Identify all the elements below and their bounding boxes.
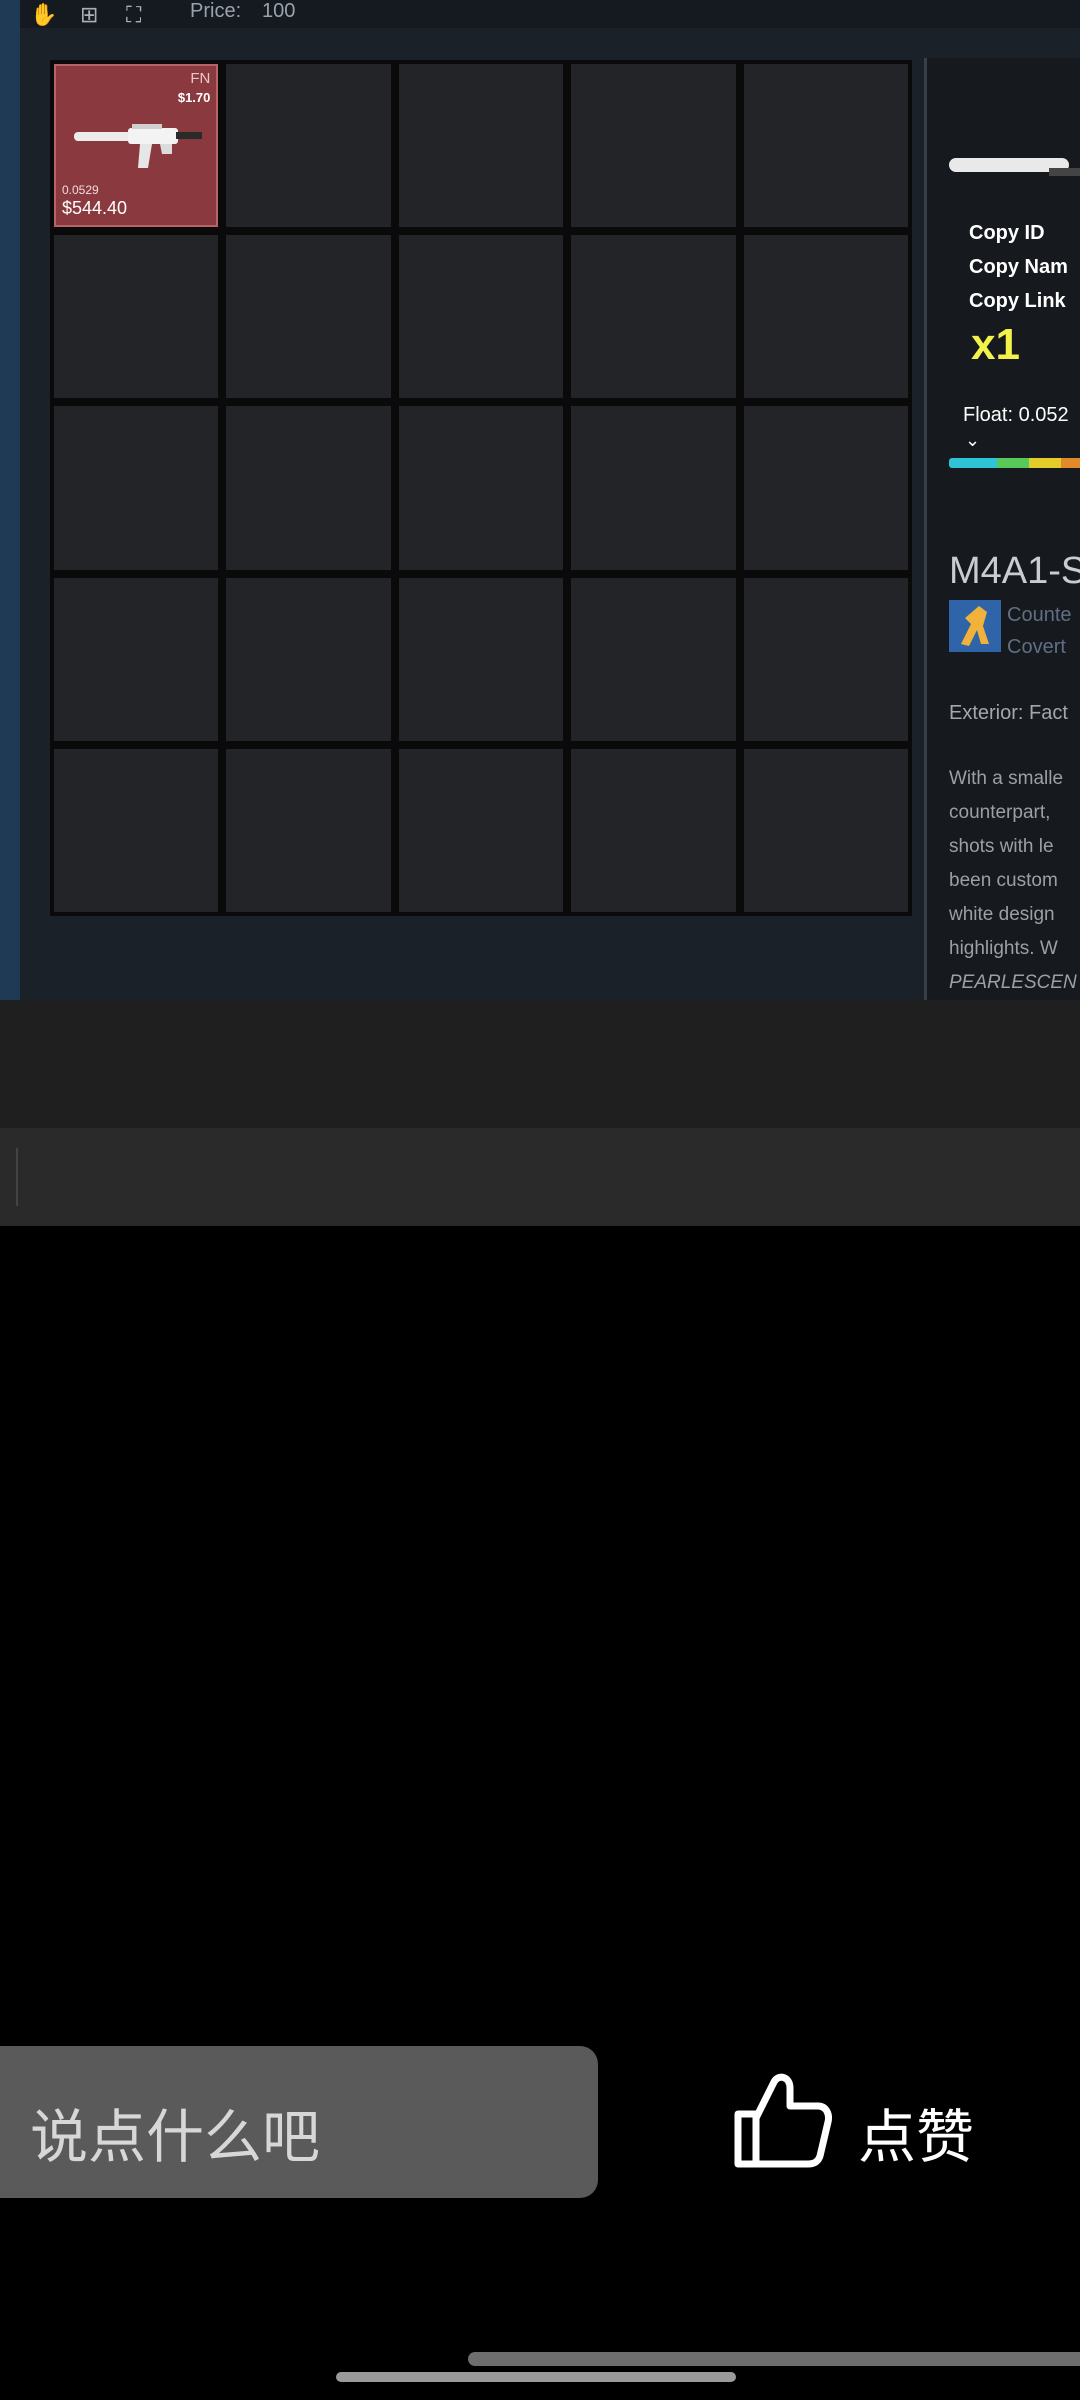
item-detail-panel: Copy ID Copy Nam Copy Link x1 Float: 0.0… bbox=[924, 58, 1080, 1000]
inventory-item-m4a1s[interactable]: FN $1.70 0.0529 $544.40 bbox=[54, 64, 219, 228]
comment-input[interactable]: 说点什么吧 bbox=[0, 2046, 598, 2198]
inventory-grid: FN $1.70 0.0529 $544.40 bbox=[50, 60, 912, 916]
bar-divider bbox=[16, 1148, 18, 1206]
inventory-slot[interactable] bbox=[54, 406, 219, 570]
item-wear: FN bbox=[190, 70, 211, 87]
comment-placeholder: 说点什么吧 bbox=[30, 2103, 321, 2171]
copy-link-link[interactable]: Copy Link bbox=[969, 290, 1066, 313]
description-line: PEARLESCEN bbox=[949, 972, 1077, 993]
like-label: 点赞 bbox=[858, 2103, 975, 2171]
fullscreen-icon[interactable]: ⛶ bbox=[126, 2, 141, 28]
video-lower-band bbox=[0, 1000, 1080, 1128]
inventory-slot[interactable] bbox=[398, 577, 564, 741]
inventory-slot[interactable] bbox=[571, 235, 736, 399]
description-line: counterpart, bbox=[949, 802, 1051, 823]
description-line: white design bbox=[949, 904, 1055, 925]
inventory-slot[interactable] bbox=[226, 577, 391, 741]
video-frame[interactable]: ✋ ⊞ ⛶ Price: 100 FN $1.70 0.0529 $544.40 bbox=[0, 0, 1080, 1000]
copy-name-link[interactable]: Copy Nam bbox=[969, 256, 1068, 279]
copy-id-link[interactable]: Copy ID bbox=[969, 222, 1045, 245]
item-sticker-price: $1.70 bbox=[177, 90, 211, 105]
description-line: shots with le bbox=[949, 836, 1054, 857]
item-float: 0.0529 bbox=[62, 183, 99, 198]
rarity-label: Covert bbox=[1007, 636, 1066, 658]
float-label: Float: 0.052 bbox=[963, 404, 1069, 426]
counter-terrorist-icon bbox=[949, 600, 1001, 652]
inventory-slot[interactable] bbox=[743, 235, 908, 399]
inventory-slot[interactable] bbox=[398, 748, 564, 912]
exterior-label: Exterior: Fact bbox=[949, 702, 1068, 724]
inventory-slot[interactable] bbox=[54, 235, 219, 399]
like-button[interactable]: 点赞 bbox=[730, 2068, 990, 2178]
inventory-slot[interactable] bbox=[398, 235, 564, 399]
description-line: been custom bbox=[949, 870, 1058, 891]
video-bottom-bar bbox=[0, 1128, 1080, 1226]
inventory-slot[interactable] bbox=[743, 748, 908, 912]
price-input[interactable]: 100 bbox=[262, 0, 295, 23]
description-line: With a smalle bbox=[949, 768, 1064, 789]
float-wear-bar bbox=[949, 458, 1080, 468]
inventory-slot[interactable] bbox=[226, 406, 391, 570]
inventory-slot[interactable] bbox=[226, 748, 391, 912]
inventory-slot[interactable] bbox=[743, 64, 908, 228]
inventory-slot[interactable] bbox=[54, 577, 219, 741]
team-label: Counte bbox=[1007, 604, 1072, 626]
inventory-slot[interactable] bbox=[571, 64, 736, 228]
video-progress-bar[interactable] bbox=[468, 2352, 1080, 2366]
inventory-slot[interactable] bbox=[743, 406, 908, 570]
price-label: Price: bbox=[190, 0, 242, 22]
weapon-name: M4A1-S bbox=[949, 550, 1080, 592]
rifle-icon bbox=[74, 124, 202, 168]
item-price: $544.40 bbox=[62, 198, 128, 219]
home-indicator[interactable] bbox=[336, 2372, 736, 2382]
rifle-preview-icon bbox=[949, 158, 1080, 176]
inventory-slot[interactable] bbox=[398, 406, 564, 570]
thumbs-up-icon bbox=[734, 2073, 832, 2168]
inventory-slot[interactable] bbox=[571, 406, 736, 570]
hand-icon[interactable]: ✋ bbox=[30, 2, 57, 28]
inventory-slot[interactable] bbox=[398, 64, 564, 228]
grid-view-icon[interactable]: ⊞ bbox=[80, 2, 98, 28]
description-line: highlights. W bbox=[949, 938, 1058, 959]
inventory-slot[interactable] bbox=[54, 748, 219, 912]
quantity-label: x1 bbox=[971, 320, 1020, 369]
inventory-slot[interactable] bbox=[743, 577, 908, 741]
inventory-slot[interactable] bbox=[571, 748, 736, 912]
inventory-slot[interactable] bbox=[571, 577, 736, 741]
inventory-slot[interactable] bbox=[226, 235, 391, 399]
frame-left-strip bbox=[0, 0, 20, 1000]
inventory-toolbar: ✋ ⊞ ⛶ Price: 100 bbox=[20, 0, 1080, 28]
inventory-slot[interactable] bbox=[226, 64, 391, 228]
chevron-down-icon: ⌄ bbox=[965, 430, 981, 450]
